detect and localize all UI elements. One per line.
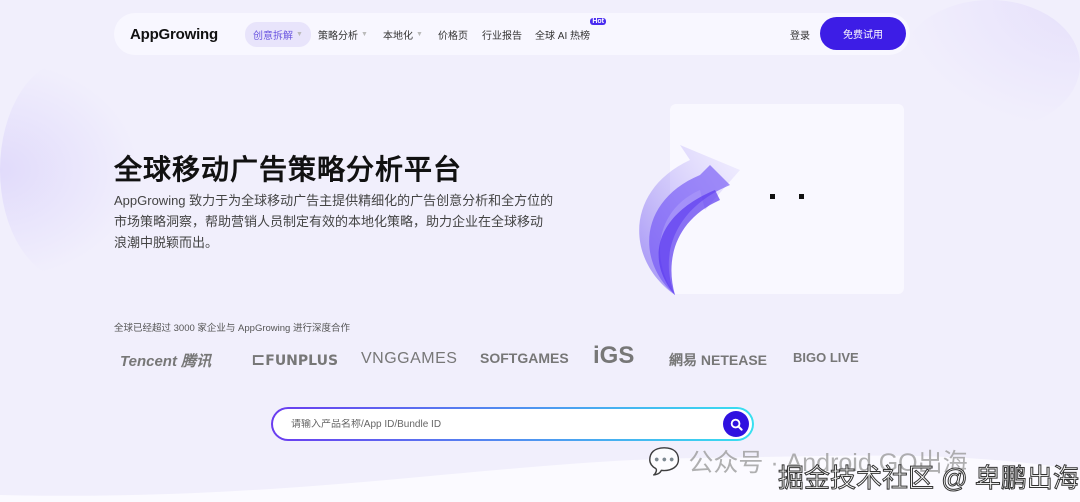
nav-item-ai-ranking[interactable]: 全球 AI 热榜 Hot — [535, 17, 607, 42]
nav-item-reports[interactable]: 行业报告 — [482, 27, 522, 42]
wechat-icon: 💬 — [648, 445, 681, 476]
chevron-down-icon: ▼ — [416, 30, 423, 38]
partner-logo-vnggames: VNGGAMES — [361, 350, 458, 367]
watermark-juejin: 掘金技术社区 @ 卑鹏出海 — [778, 463, 1080, 494]
funplus-label: FUNPLUS — [265, 353, 339, 369]
partner-logo-igs: iGS — [593, 342, 635, 369]
free-trial-button[interactable]: 免费试用 — [820, 17, 906, 50]
nav-label: 全球 AI 热榜 — [535, 30, 591, 42]
hot-badge: Hot — [590, 17, 607, 25]
nav-item-strategy[interactable]: 策略分析 ▼ — [318, 27, 368, 42]
funplus-icon: ⊏ — [251, 350, 266, 370]
nav-label: 价格页 — [438, 30, 468, 42]
nav-label: 创意拆解 — [253, 30, 293, 42]
nav-item-creative[interactable]: 创意拆解 ▼ — [245, 21, 311, 47]
chevron-down-icon: ▼ — [361, 30, 368, 38]
arrow-illustration — [639, 145, 740, 295]
background-glow — [900, 0, 1080, 130]
search-icon — [730, 418, 743, 431]
appgrowing-logo[interactable]: AppGrowing — [130, 26, 218, 43]
hero-title: 全球移动广告策略分析平台 — [114, 154, 463, 185]
partner-logos: Tencent 腾讯 ⊏FUNPLUS VNGGAMES SOFTGAMES i… — [118, 342, 918, 378]
decor-dot — [799, 194, 804, 199]
partner-logo-tencent: Tencent 腾讯 — [120, 353, 212, 370]
nav-item-localization[interactable]: 本地化 ▼ — [383, 27, 423, 42]
nav-item-pricing[interactable]: 价格页 — [438, 27, 468, 42]
nav-label: 策略分析 — [318, 30, 358, 42]
nav-label: 行业报告 — [482, 30, 522, 42]
decor-dot — [770, 194, 775, 199]
nav-label: 本地化 — [383, 30, 413, 42]
partner-logo-funplus: ⊏FUNPLUS — [251, 350, 338, 370]
top-navbar: AppGrowing 创意拆解 ▼ 策略分析 ▼ 本地化 ▼ 价格页 行业报告 全球 … — [114, 13, 910, 55]
partners-caption: 全球已经超过 3000 家企业与 AppGrowing 进行深度合作 — [114, 323, 350, 334]
partner-logo-bigo: BIGO LIVE — [793, 350, 859, 365]
partner-logo-softgames: SOFTGAMES — [480, 350, 569, 366]
chevron-down-icon: ▼ — [296, 30, 303, 38]
hero-description: AppGrowing 致力于为全球移动广告主提供精细化的广告创意分析和全方位的市… — [114, 193, 554, 250]
product-search-bar — [271, 407, 754, 441]
partner-logo-netease: 網易 NETEASE — [669, 352, 768, 368]
product-search-input[interactable] — [291, 418, 691, 430]
login-link[interactable]: 登录 — [790, 27, 810, 42]
search-button[interactable] — [723, 411, 749, 437]
